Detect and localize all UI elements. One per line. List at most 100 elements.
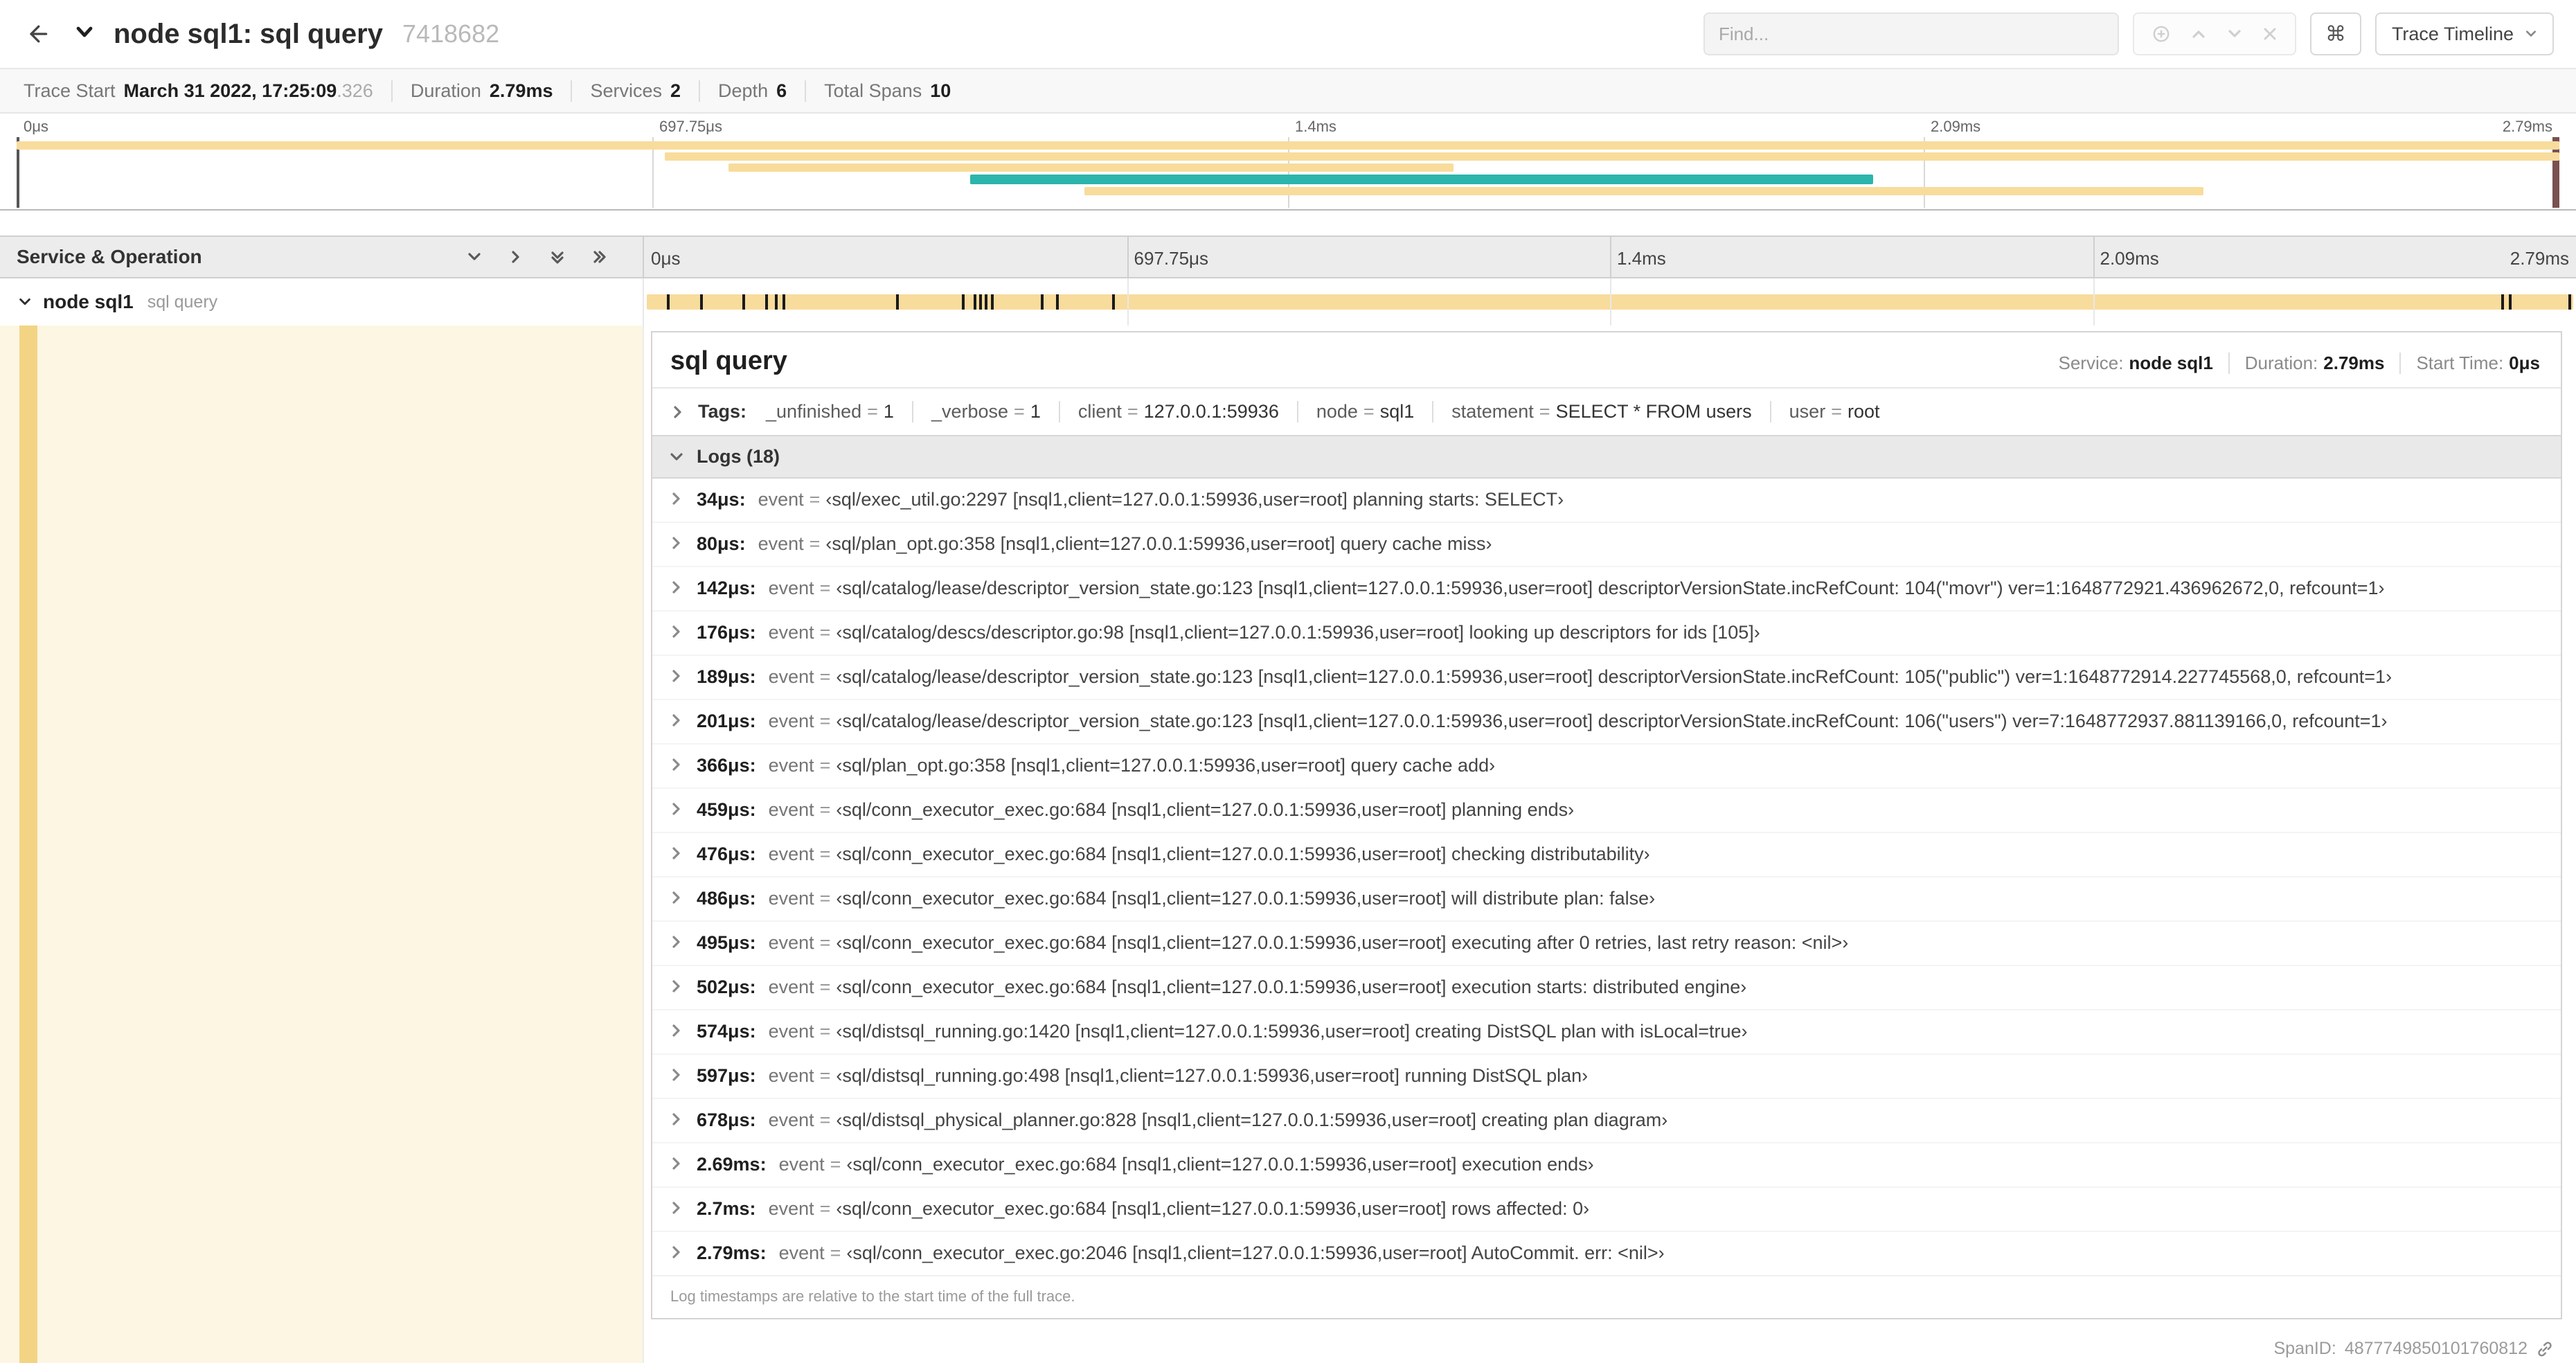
log-marker: [979, 294, 983, 310]
log-text: event = ‹sql/conn_executor_exec.go:684 [ns…: [769, 932, 1849, 954]
log-row[interactable]: 476μs: event = ‹sql/conn_executor_exec.go:6…: [652, 833, 2561, 878]
log-equals: =: [819, 1065, 831, 1086]
minimap-span-bar: [665, 152, 2559, 161]
log-row[interactable]: 176μs: event = ‹sql/catalog/descs/descripto…: [652, 612, 2561, 656]
chevron-right-icon[interactable]: [669, 491, 684, 506]
tag-equals: =: [1539, 401, 1550, 422]
log-field-value: ‹sql/conn_executor_exec.go:684 [nsql1,cl…: [836, 888, 1656, 909]
log-row[interactable]: 34μs: event = ‹sql/exec_util.go:2297 [nsql1…: [652, 479, 2561, 523]
chevron-down-icon[interactable]: [18, 295, 32, 309]
chevron-right-icon[interactable]: [669, 1200, 684, 1215]
chevron-up-icon[interactable]: [2191, 26, 2206, 42]
span-id-label: SpanID:: [2273, 1339, 2336, 1358]
chevron-down-icon[interactable]: [467, 249, 482, 265]
log-equals: =: [809, 533, 821, 554]
chevron-right-icon[interactable]: [669, 801, 684, 817]
chevron-down-icon[interactable]: [2227, 26, 2242, 42]
log-text: event = ‹sql/plan_opt.go:358 [nsql1,client…: [769, 754, 1496, 776]
log-equals: =: [819, 1198, 831, 1219]
log-marker: [990, 294, 994, 310]
log-row[interactable]: 495μs: event = ‹sql/conn_executor_exec.go:6…: [652, 922, 2561, 966]
close-icon[interactable]: [2263, 27, 2277, 41]
minimap-span-bar: [970, 175, 1873, 184]
timeline-gridline: [2093, 237, 2095, 277]
span-service-name: node sql1: [43, 291, 134, 312]
log-marker: [2568, 294, 2572, 310]
logs-header[interactable]: Logs (18): [652, 435, 2561, 479]
log-equals: =: [819, 1021, 831, 1042]
log-row[interactable]: 597μs: event = ‹sql/distsql_running.go:498 …: [652, 1055, 2561, 1099]
trace-view-selector[interactable]: Trace Timeline: [2374, 12, 2554, 55]
log-row[interactable]: 574μs: event = ‹sql/distsql_running.go:1420…: [652, 1010, 2561, 1055]
log-field-key: event: [768, 977, 814, 997]
tag-key: _unfinished: [766, 401, 862, 422]
chevron-right-icon[interactable]: [669, 713, 684, 728]
log-row[interactable]: 2.69ms: event = ‹sql/conn_executor_exec.go:…: [652, 1143, 2561, 1188]
chevron-right-icon[interactable]: [669, 580, 684, 595]
chevron-right-icon[interactable]: [669, 1112, 684, 1127]
span-row-timeline[interactable]: [644, 278, 2576, 326]
circle-plus-icon[interactable]: [2152, 25, 2170, 43]
chevron-right-icon[interactable]: [669, 535, 684, 551]
log-marker: [667, 294, 670, 310]
chevron-right-icon[interactable]: [669, 890, 684, 905]
log-field-value: ‹sql/plan_opt.go:358 [nsql1,client=127.0…: [836, 755, 1496, 776]
axis-tick-label: 0μs: [24, 118, 48, 135]
log-field-key: event: [768, 1110, 814, 1130]
back-button[interactable]: [17, 16, 58, 52]
log-timestamp: 678μs:: [697, 1110, 756, 1130]
trace-minimap[interactable]: 0μs 697.75μs 1.4ms 2.09ms 2.79ms: [0, 114, 2576, 211]
log-equals: =: [819, 1110, 831, 1130]
log-row[interactable]: 486μs: event = ‹sql/conn_executor_exec.go:6…: [652, 878, 2561, 922]
double-chevron-right-icon[interactable]: [591, 249, 607, 265]
log-text: event = ‹sql/conn_executor_exec.go:684 [ns…: [769, 887, 1656, 909]
log-row[interactable]: 502μs: event = ‹sql/conn_executor_exec.go:6…: [652, 966, 2561, 1010]
log-row[interactable]: 2.79ms: event = ‹sql/conn_executor_exec.go:…: [652, 1232, 2561, 1275]
timeline-gridline: [2093, 278, 2095, 326]
minimap-canvas[interactable]: [17, 137, 2559, 208]
chevron-right-icon[interactable]: [669, 757, 684, 772]
chevron-right-icon[interactable]: [669, 979, 684, 994]
log-row[interactable]: 80μs: event = ‹sql/plan_opt.go:358 [nsql1,c…: [652, 523, 2561, 567]
chevron-right-icon[interactable]: [669, 934, 684, 950]
tags-row[interactable]: Tags: _unfinished = 1 _verbose = 1 client = 127.…: [652, 389, 2561, 435]
log-row[interactable]: 2.7ms: event = ‹sql/conn_executor_exec.go:6…: [652, 1188, 2561, 1232]
chevron-down-icon: [75, 22, 94, 42]
log-row[interactable]: 459μs: event = ‹sql/conn_executor_exec.go:6…: [652, 789, 2561, 833]
span-row[interactable]: node sql1 sql query: [0, 278, 2576, 326]
log-row[interactable]: 189μs: event = ‹sql/catalog/lease/descripto…: [652, 656, 2561, 700]
chevron-right-icon[interactable]: [669, 1023, 684, 1038]
chevron-right-icon[interactable]: [669, 1067, 684, 1083]
span-color-strip: [19, 326, 37, 1363]
tag-key: _verbose: [931, 401, 1009, 422]
tag-value: 127.0.0.1:59936: [1143, 401, 1279, 422]
log-text: event = ‹sql/distsql_running.go:1420 [nsql…: [769, 1020, 1748, 1042]
summary-value: 6: [776, 80, 787, 101]
tag-key: client: [1077, 401, 1122, 422]
chevron-right-icon[interactable]: [669, 668, 684, 684]
timeline-controls: [467, 249, 623, 265]
log-field-value: ‹sql/catalog/lease/descriptor_version_st…: [836, 578, 2385, 598]
chevron-right-icon[interactable]: [669, 846, 684, 861]
log-equals: =: [819, 755, 831, 776]
log-field-key: event: [778, 1242, 825, 1263]
log-row[interactable]: 201μs: event = ‹sql/catalog/lease/descripto…: [652, 700, 2561, 745]
log-row[interactable]: 678μs: event = ‹sql/distsql_physical_planne…: [652, 1099, 2561, 1143]
link-icon[interactable]: [2536, 1340, 2554, 1358]
trace-title-collapse-button[interactable]: [72, 19, 97, 49]
chevron-right-icon[interactable]: [669, 624, 684, 639]
span-row-label[interactable]: node sql1 sql query: [0, 278, 644, 326]
log-row[interactable]: 366μs: event = ‹sql/plan_opt.go:358 [nsql1,…: [652, 745, 2561, 789]
keyboard-shortcuts-button[interactable]: ⌘: [2309, 12, 2361, 55]
double-chevron-down-icon[interactable]: [550, 249, 565, 265]
chevron-right-icon[interactable]: [669, 1156, 684, 1171]
chevron-right-icon[interactable]: [669, 1245, 684, 1260]
timeline-gridline: [1127, 237, 1129, 277]
log-row[interactable]: 142μs: event = ‹sql/catalog/lease/descripto…: [652, 567, 2561, 612]
log-marker: [775, 294, 778, 310]
find-input[interactable]: [1703, 12, 2119, 55]
spacer: [0, 211, 2576, 235]
chevron-right-icon[interactable]: [508, 249, 524, 265]
tag-value: 1: [883, 401, 894, 422]
axis-tick-label: 2.79ms: [2502, 118, 2552, 135]
